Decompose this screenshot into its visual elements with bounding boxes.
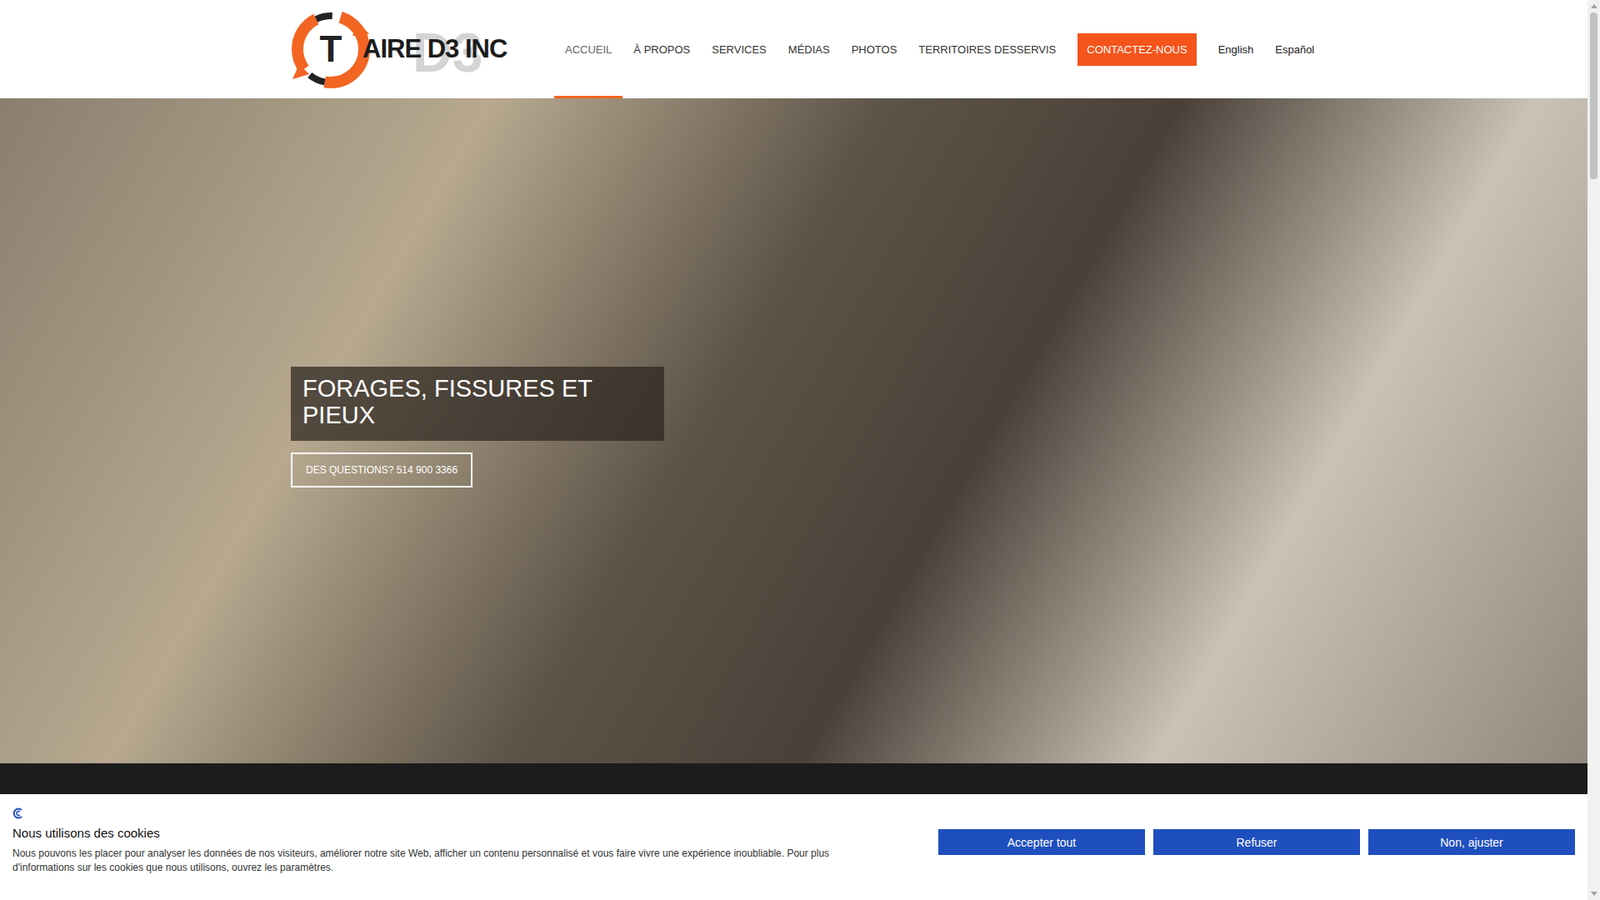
logo-text-group: D3 AIRE D3 INC [362,9,507,90]
cookie-banner: Nous utilisons des cookies Nous pouvons … [0,794,1588,900]
nav-item[interactable]: SERVICES [700,0,778,99]
language-link[interactable]: English [1207,0,1265,99]
cookie-button[interactable]: Accepter tout [938,829,1145,855]
scrollbar-thumb[interactable] [1590,12,1598,180]
nav-item[interactable]: ACCUEIL [554,0,623,99]
scrollbar-track [1587,12,1600,888]
nav-item[interactable]: MÉDIAS [777,0,841,99]
phone-button[interactable]: DES QUESTIONS? 514 900 3366 [290,452,473,488]
site-header: T D3 AIRE D3 INC ACCUEILÀ PROPOSSERVICES… [0,0,1588,99]
svg-text:T: T [320,28,343,70]
cookie-buttons: Accepter tout Refuser Non, ajuster [938,829,1575,855]
page: T D3 AIRE D3 INC ACCUEILÀ PROPOSSERVICES… [0,0,1588,900]
nav-item[interactable]: TERRITOIRES DESSERVIS [907,0,1067,99]
cookie-button[interactable]: Non, ajuster [1368,829,1575,855]
hero-content: FORAGES, FISSURES ET PIEUX DES QUESTIONS… [290,366,1588,488]
scrollbar[interactable] [1587,0,1600,900]
viewport: T D3 AIRE D3 INC ACCUEILÀ PROPOSSERVICES… [0,0,1600,900]
cookie-logo-icon [12,807,25,820]
nav-item[interactable]: À PROPOS [622,0,701,99]
hero-image: FORAGES, FISSURES ET PIEUX DES QUESTIONS… [0,98,1588,764]
main-nav: ACCUEILÀ PROPOSSERVICESMÉDIASPHOTOSTERRI… [554,0,1325,99]
dark-strip [0,763,1588,795]
scroll-up-icon[interactable] [1587,0,1600,13]
cookie-title: Nous utilisons des cookies [12,825,875,840]
logo-text: AIRE D3 INC [362,34,507,65]
nav-item[interactable]: PHOTOS [840,0,909,99]
hero-title: FORAGES, FISSURES ET PIEUX [290,366,665,441]
contact-button[interactable]: CONTACTEZ-NOUS [1077,33,1196,66]
logo[interactable]: T D3 AIRE D3 INC [290,9,516,90]
cookie-text-block: Nous utilisons des cookies Nous pouvons … [12,807,875,876]
cookie-description: Nous pouvons les placer pour analyser le… [12,846,875,876]
language-link[interactable]: Español [1264,0,1325,99]
cookie-button[interactable]: Refuser [1153,829,1360,855]
scroll-down-icon[interactable] [1587,887,1600,900]
logo-icon: T [290,9,371,90]
